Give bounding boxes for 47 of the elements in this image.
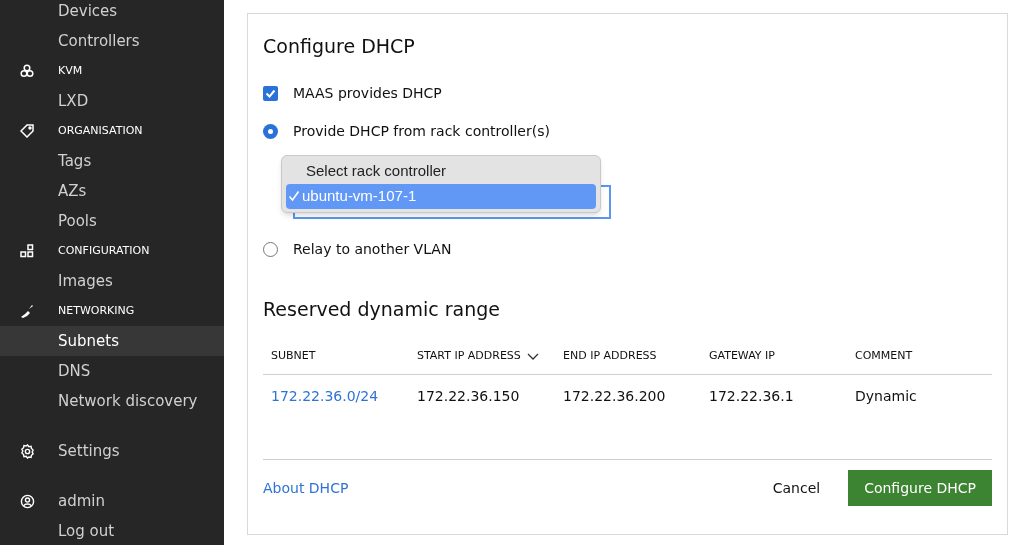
settings-icon	[20, 443, 35, 459]
help-link[interactable]: About DHCP	[263, 477, 349, 499]
checkbox[interactable]	[263, 86, 278, 101]
table-cell-text: 172.22.36.1	[709, 386, 795, 406]
column-header[interactable]: SUBNET	[271, 348, 417, 365]
nav-heading: ORGANISATION	[58, 122, 143, 139]
nav-item[interactable]: Subnets	[0, 326, 224, 356]
nav-item[interactable]: Network discovery	[0, 386, 224, 416]
nav-item[interactable]: Tags	[0, 146, 224, 176]
plug-icon	[20, 304, 34, 318]
subnet-link[interactable]: 172.22.36.0/24	[271, 385, 417, 407]
nav-item[interactable]: LXD	[0, 86, 224, 116]
table-cell-text: 172.22.36.200	[563, 386, 667, 406]
nav-item[interactable]: AZs	[0, 176, 224, 206]
nav-heading: CONFIGURATION	[58, 242, 150, 259]
dropdown-option[interactable]: Select rack controller	[286, 158, 596, 184]
radio-label: Relay to another VLAN	[293, 240, 452, 259]
nav-item[interactable]: Pools	[0, 206, 224, 236]
nav-item[interactable]: DNS	[0, 356, 224, 386]
column-header[interactable]: COMMENT	[855, 348, 992, 365]
nav-heading: NETWORKING	[58, 302, 135, 319]
circles-icon	[20, 64, 34, 78]
squares-icon	[20, 244, 34, 258]
radio-button[interactable]	[263, 242, 278, 257]
check-icon	[288, 190, 300, 202]
radio-button[interactable]	[263, 124, 278, 139]
table-cell-text: Dynamic	[855, 386, 918, 406]
nav-heading: KVM	[58, 62, 83, 79]
nav-item[interactable]: Devices	[0, 0, 224, 26]
nav-item[interactable]: Settings	[0, 436, 224, 466]
form-title: Configure DHCP	[263, 34, 416, 59]
column-header[interactable]: START IP ADDRESS	[417, 348, 563, 365]
chevron-down-icon	[526, 352, 539, 361]
nav-item[interactable]: Images	[0, 266, 224, 296]
column-header[interactable]: GATEWAY IP	[709, 348, 855, 365]
nav-item[interactable]: admin	[0, 486, 224, 516]
nav-item[interactable]: Controllers	[0, 26, 224, 56]
section-title: Reserved dynamic range	[263, 296, 501, 322]
column-header[interactable]: END IP ADDRESS	[563, 348, 709, 365]
cancel-button[interactable]: Cancel	[758, 470, 835, 506]
radio-label: Provide DHCP from rack controller(s)	[293, 122, 550, 141]
table-cell-text: 172.22.36.150	[417, 386, 521, 406]
nav-item[interactable]: Log out	[0, 516, 224, 546]
user-icon	[20, 493, 35, 509]
checkbox-label: MAAS provides DHCP	[293, 84, 442, 103]
configure-dhcp-button[interactable]: Configure DHCP	[848, 470, 992, 506]
tag-icon	[20, 124, 34, 138]
